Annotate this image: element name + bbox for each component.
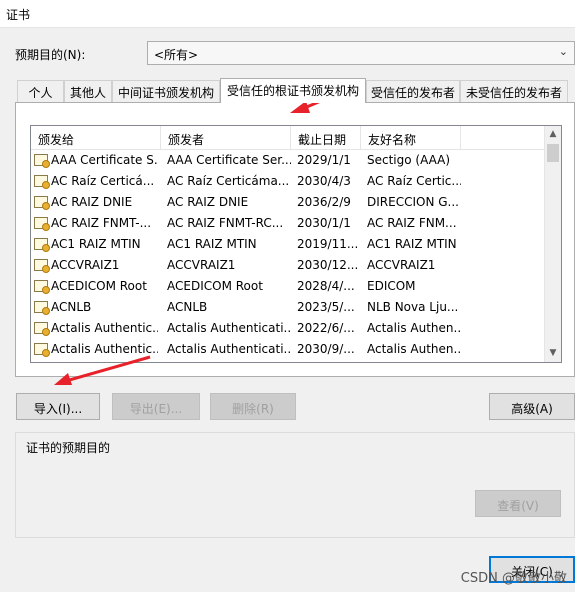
cell-friendly-name: EDICOM [367,279,416,293]
certificate-list[interactable]: 颁发给 颁发者 截止日期 友好名称 AAA Certificate S... AA… [30,125,562,363]
cell-issued-by: AC1 RAIZ MTIN [167,237,257,251]
cell-friendly-name: Actalis Authen... [367,321,461,335]
cell-friendly-name: Sectigo (AAA) [367,153,451,167]
cell-friendly-name: Actalis Authen... [367,342,461,356]
cell-issued-to: Actalis Authentic... [31,318,158,339]
certificate-icon [34,238,50,252]
cell-issued-by: AAA Certificate Ser... [167,153,291,167]
title-bar: 证书 [0,0,575,28]
certificate-icon [34,280,50,294]
cell-issued-to: AC Raíz Certicá... [31,171,158,192]
cell-issued-to: ACEDICOM Root [31,276,158,297]
cell-issued-to: ACNLB [31,297,158,318]
cell-issued-to: AC RAIZ FNMT-... [31,213,158,234]
table-row[interactable]: ACEDICOM Root ACEDICOM Root 2028/4/... EDIC… [31,276,546,297]
cell-issued-by: ACEDICOM Root [167,279,263,293]
table-row[interactable]: AAA Certificate S... AAA Certificate Ser.… [31,150,546,171]
certificate-icon [34,175,50,189]
tab-trusted-publishers[interactable]: 受信任的发布者 [366,80,460,102]
purpose-selected-value: <所有> [154,48,199,62]
cell-issued-by: ACCVRAIZ1 [167,258,236,272]
purpose-dropdown[interactable]: <所有> ⌄ [147,41,575,65]
table-row[interactable]: AC1 RAIZ MTIN AC1 RAIZ MTIN 2019/11... AC1 … [31,234,546,255]
cell-issued-to: ACCVRAIZ1 [31,255,158,276]
import-button[interactable]: 导入(I)... [16,393,100,420]
chevron-down-icon: ⌄ [558,45,568,58]
scroll-up-arrow-icon[interactable]: ▲ [545,126,561,143]
cell-friendly-name: DIRECCION G... [367,195,459,209]
table-row[interactable]: AC Raíz Certicá... AC Raíz Certicáma... 20… [31,171,546,192]
cell-expiration: 2036/2/9 [297,195,351,209]
view-button[interactable]: 查看(V) [475,490,561,517]
cell-expiration: 2030/12... [297,258,359,272]
cell-friendly-name: ACCVRAIZ1 [367,258,436,272]
column-header-friendly-name[interactable]: 友好名称 [361,126,461,150]
purpose-label: 预期目的(N): [15,48,86,62]
certificate-icon [34,301,50,315]
cell-friendly-name: AC1 RAIZ MTIN [367,237,457,251]
cell-friendly-name: AC RAIZ FNM... [367,216,457,230]
cell-expiration: 2028/4/... [297,279,355,293]
cell-issued-by: AC Raíz Certicáma... [167,174,290,188]
tab-untrusted-publishers[interactable]: 未受信任的发布者 [460,80,568,102]
tab-personal[interactable]: 个人 [17,80,64,102]
table-row[interactable]: AC RAIZ FNMT-... AC RAIZ FNMT-RC... 2030/1… [31,213,546,234]
cell-expiration: 2023/5/... [297,300,355,314]
table-row[interactable]: AC RAIZ DNIE AC RAIZ DNIE 2036/2/9 DIRECCIO… [31,192,546,213]
cell-issued-to: Actalis Authentic... [31,339,158,360]
tab-panel: 颁发给 颁发者 截止日期 友好名称 AAA Certificate S... AA… [15,102,575,377]
cell-issued-to: AC RAIZ DNIE [31,192,158,213]
certificate-icon [34,217,50,231]
window-title: 证书 [6,8,31,22]
cell-expiration: 2030/4/3 [297,174,351,188]
tab-intermediate-ca[interactable]: 中间证书颁发机构 [112,80,220,102]
tab-trusted-root-ca[interactable]: 受信任的根证书颁发机构 [220,78,366,103]
column-header-issued-to[interactable]: 颁发给 [31,126,161,150]
scroll-thumb[interactable] [547,144,559,162]
cell-friendly-name: NLB Nova Lju... [367,300,459,314]
cell-expiration: 2030/9/... [297,342,355,356]
cell-issued-to: AC1 RAIZ MTIN [31,234,158,255]
cell-expiration: 2029/1/1 [297,153,351,167]
cell-expiration: 2019/11... [297,237,359,251]
certificate-purposes-title: 证书的预期目的 [24,439,113,456]
list-header: 颁发给 颁发者 截止日期 友好名称 [31,126,546,150]
cell-expiration: 2030/1/1 [297,216,351,230]
cell-issued-by: ACNLB [167,300,208,314]
export-button[interactable]: 导出(E)... [112,393,200,420]
cell-issued-by: AC RAIZ FNMT-RC... [167,216,284,230]
table-row[interactable]: Actalis Authentic... Actalis Authenticati… [31,318,546,339]
table-row[interactable]: ACCVRAIZ1 ACCVRAIZ1 2030/12... ACCVRAIZ1 [31,255,546,276]
tab-strip: 个人 其他人 中间证书颁发机构 受信任的根证书颁发机构 受信任的发布者 未受信任… [14,78,574,103]
certificate-icon [34,343,50,357]
cell-expiration: 2022/6/... [297,321,355,335]
table-row[interactable]: Actalis Authentic... Actalis Authenticati… [31,339,546,360]
cell-issued-by: AC RAIZ DNIE [167,195,249,209]
remove-button[interactable]: 删除(R) [210,393,296,420]
cell-issued-by: Actalis Authenticati... [167,321,291,335]
cell-issued-to: AAA Certificate S... [31,150,158,171]
cell-issued-by: Actalis Authenticati... [167,342,291,356]
watermark-text: CSDN @敬敬小敬 [460,571,567,586]
scroll-down-arrow-icon[interactable]: ▼ [545,345,561,362]
certificate-icon [34,259,50,273]
cell-friendly-name: AC Raíz Certic... [367,174,461,188]
list-scrollbar[interactable]: ▲ ▼ [544,126,561,362]
certificate-icon [34,322,50,336]
tab-other-people[interactable]: 其他人 [64,80,112,102]
table-row[interactable]: ACNLB ACNLB 2023/5/... NLB Nova Lju... [31,297,546,318]
advanced-button[interactable]: 高级(A) [489,393,575,420]
column-header-issued-by[interactable]: 颁发者 [161,126,291,150]
certificate-icon [34,196,50,210]
certificate-icon [34,154,50,168]
column-header-expiration[interactable]: 截止日期 [291,126,361,150]
